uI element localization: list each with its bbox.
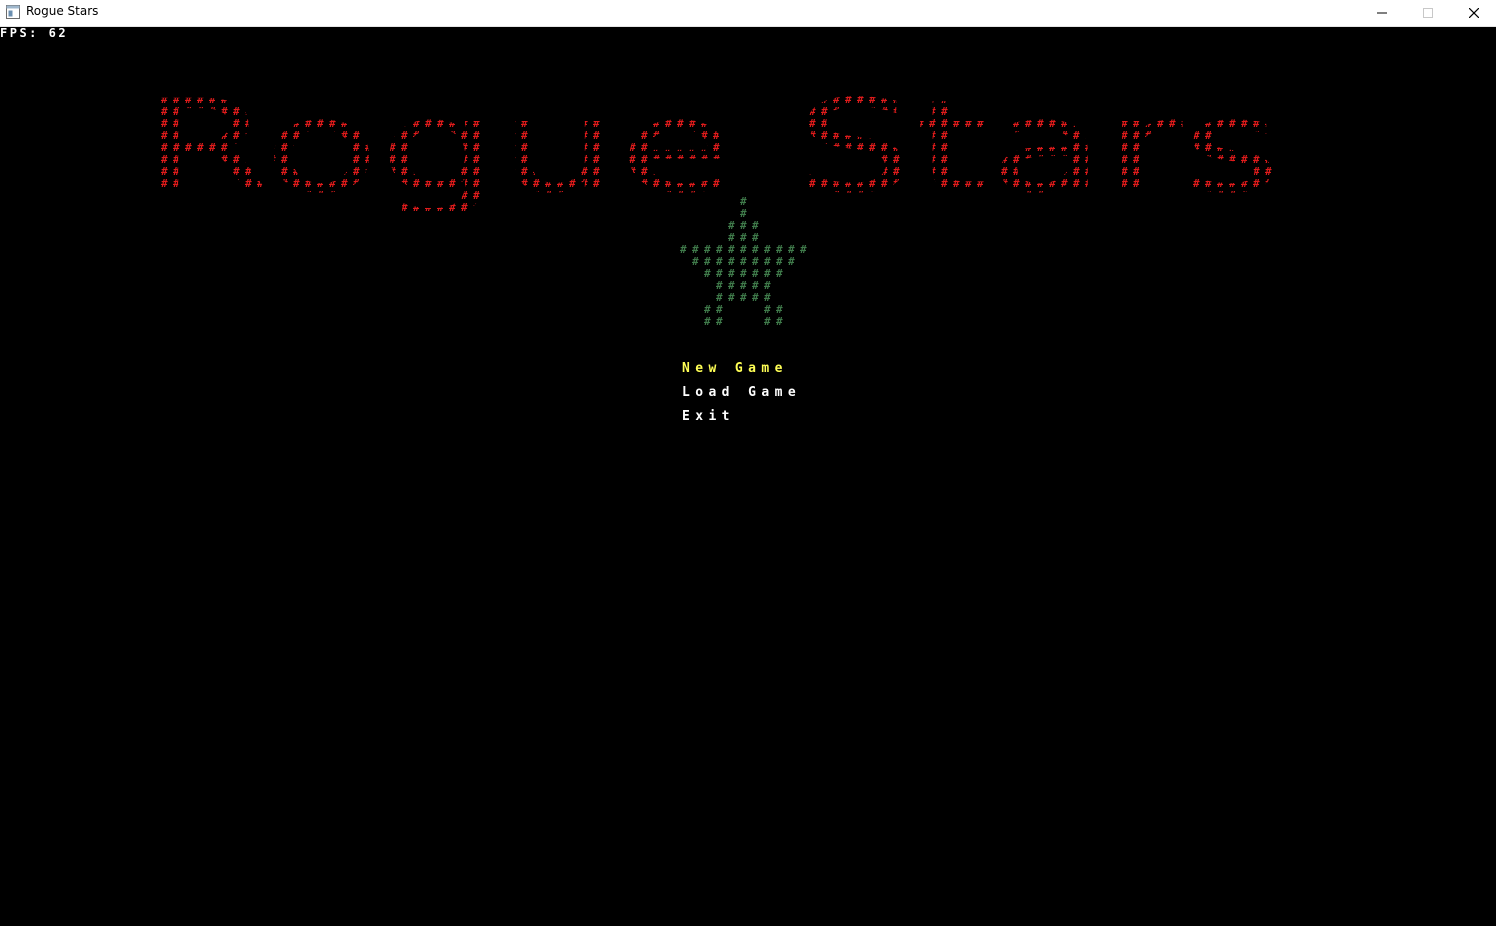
close-icon [1469, 8, 1479, 18]
menu-load-game[interactable]: Load Game [682, 386, 801, 400]
close-button[interactable] [1451, 0, 1496, 26]
star-logo: ### # ## # ## # # # # # # # # # ## # # # # # # # ## # # # # # ## # # # #… [680, 195, 807, 328]
title-banner: # Rogue Stars [141, 81, 1281, 211]
star-glyph: # [740, 291, 747, 304]
star-glyph: # [752, 291, 759, 304]
star-glyph: # [680, 243, 687, 256]
window-title: Rogue Stars [26, 4, 99, 18]
star-glyph: # [776, 315, 783, 328]
minimize-button[interactable] [1359, 0, 1405, 26]
star-glyph: # [776, 267, 783, 280]
window-titlebar: Rogue Stars [0, 0, 1496, 27]
menu-new-game[interactable]: New Game [682, 362, 788, 376]
app-icon [6, 5, 20, 19]
menu-exit[interactable]: Exit [682, 410, 735, 424]
maximize-icon [1423, 8, 1433, 18]
star-glyph: # [716, 315, 723, 328]
fps-counter: FPS: 62 [0, 26, 69, 40]
star-glyph: # [704, 315, 711, 328]
game-canvas[interactable]: FPS: 62 # Rogue Stars ##################… [0, 27, 1496, 926]
star-glyph: # [692, 255, 699, 268]
minimize-icon [1377, 12, 1387, 14]
game-title-ascii: Rogue Stars [141, 81, 1281, 211]
star-glyph: # [764, 315, 771, 328]
star-glyph: # [788, 255, 795, 268]
star-glyph: # [728, 291, 735, 304]
star-glyph: # [704, 267, 711, 280]
star-glyph: # [800, 243, 807, 256]
maximize-button[interactable] [1405, 0, 1451, 26]
